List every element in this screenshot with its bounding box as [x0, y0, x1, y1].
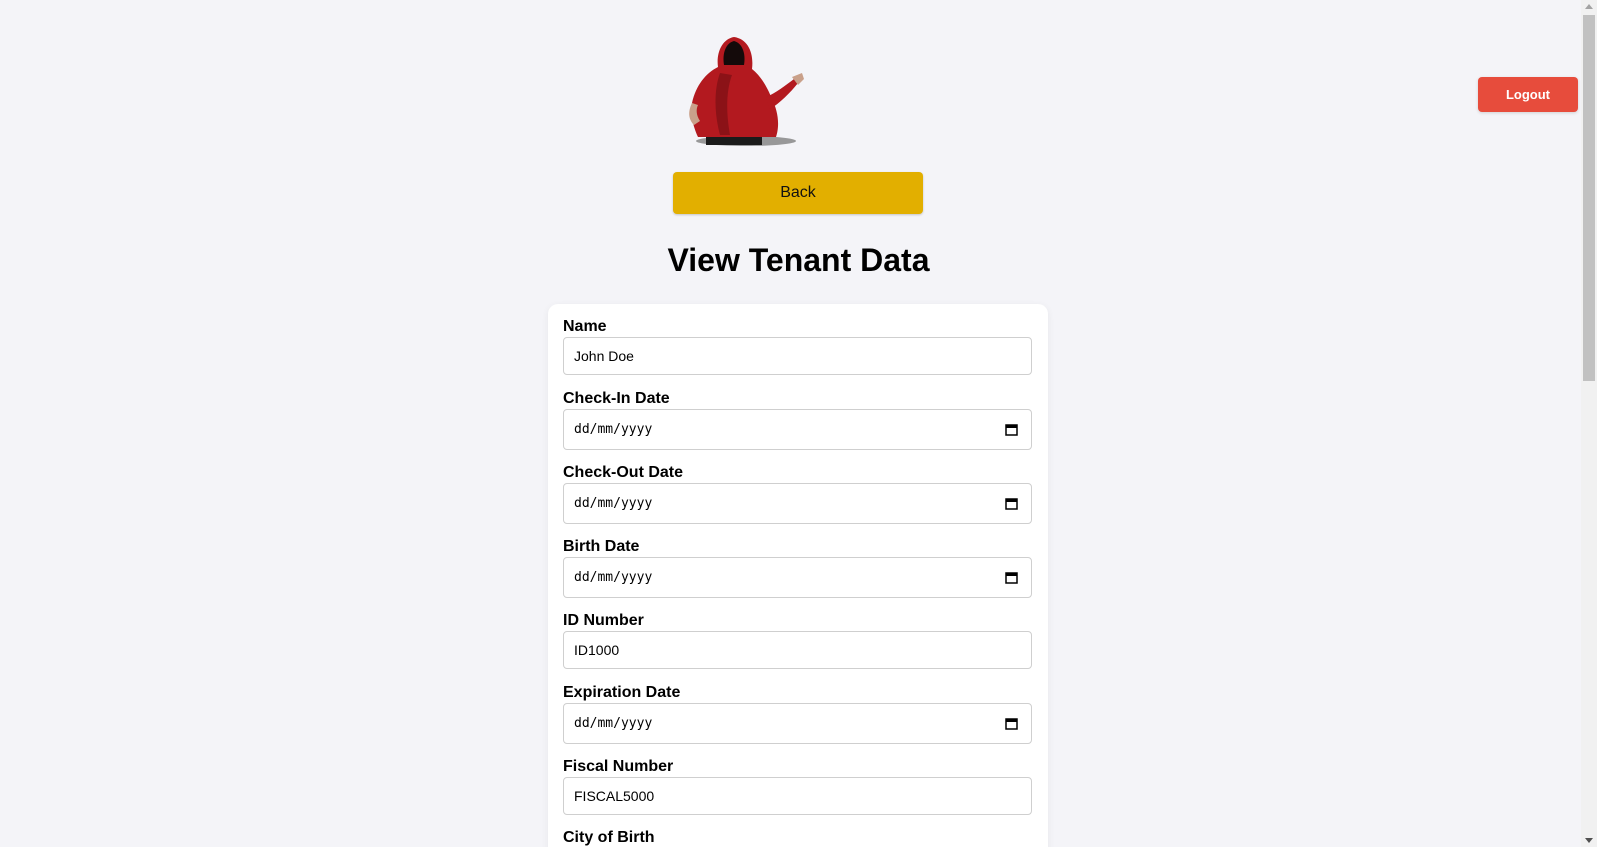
calendar-icon[interactable] — [1005, 423, 1018, 436]
check-in-date-label: Check-In Date — [563, 390, 670, 407]
id-number-value: ID1000 — [574, 642, 620, 658]
expiration-date-label: Expiration Date — [563, 684, 681, 701]
tenant-form: Name John Doe Check-In Date dd/mm/yyyy C… — [548, 304, 1048, 847]
fiscal-number-field[interactable]: FISCAL5000 — [563, 777, 1032, 815]
birth-date-field[interactable]: dd/mm/yyyy — [563, 557, 1032, 598]
check-out-date-value: dd/mm/yyyy — [574, 496, 653, 511]
calendar-icon[interactable] — [1005, 571, 1018, 584]
check-out-date-label: Check-Out Date — [563, 464, 684, 481]
vertical-scrollbar[interactable] — [1581, 0, 1597, 847]
name-field[interactable]: John Doe — [563, 337, 1032, 375]
check-in-date-field[interactable]: dd/mm/yyyy — [563, 409, 1032, 450]
fiscal-number-label: Fiscal Number — [563, 758, 674, 775]
calendar-icon[interactable] — [1005, 717, 1018, 730]
birth-date-value: dd/mm/yyyy — [574, 570, 653, 585]
calendar-icon[interactable] — [1005, 497, 1018, 510]
back-button[interactable]: Back — [673, 172, 923, 214]
scrollbar-thumb[interactable] — [1583, 15, 1595, 381]
page-title: View Tenant Data — [667, 242, 930, 278]
city-of-birth-label: City of Birth — [563, 829, 655, 846]
id-number-label: ID Number — [563, 612, 644, 629]
hooded-figure-logo — [686, 33, 810, 148]
name-value: John Doe — [574, 348, 634, 364]
expiration-date-value: dd/mm/yyyy — [574, 716, 653, 731]
birth-date-label: Birth Date — [563, 538, 640, 555]
check-in-date-value: dd/mm/yyyy — [574, 422, 653, 437]
expiration-date-field[interactable]: dd/mm/yyyy — [563, 703, 1032, 744]
id-number-field[interactable]: ID1000 — [563, 631, 1032, 669]
logout-button[interactable]: Logout — [1478, 77, 1578, 112]
check-out-date-field[interactable]: dd/mm/yyyy — [563, 483, 1032, 524]
scroll-down-arrow-icon[interactable] — [1585, 838, 1593, 843]
name-label: Name — [563, 318, 607, 335]
scroll-up-arrow-icon[interactable] — [1585, 4, 1593, 9]
page: Logout Back View Tenant Data Name John D… — [0, 0, 1581, 847]
fiscal-number-value: FISCAL5000 — [574, 788, 655, 804]
